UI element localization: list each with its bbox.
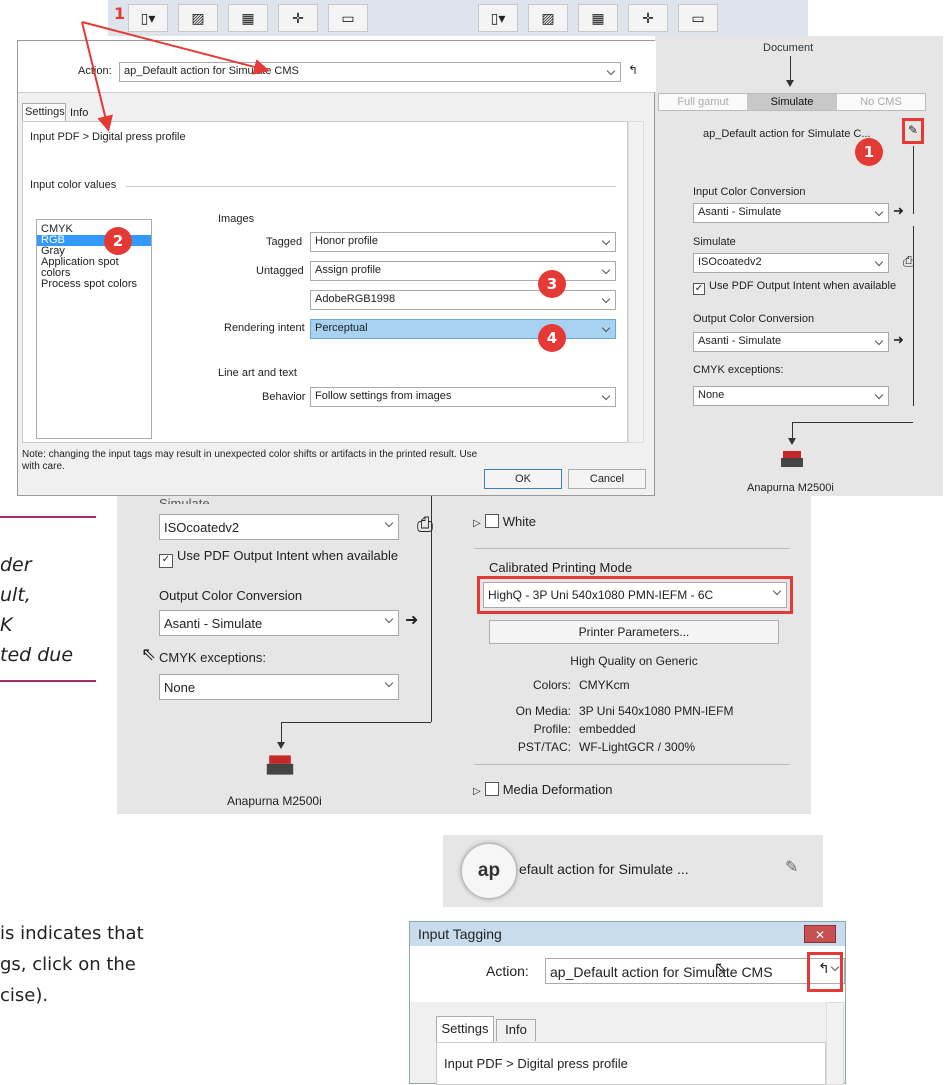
- arrow-circle-icon-2: ➜: [893, 332, 904, 347]
- zoom-panel-left: Simulate ISOcoatedv2 ⎙ ✓ Use PDF Output I…: [117, 496, 467, 814]
- intent-select[interactable]: Perceptual: [310, 319, 616, 339]
- quality-text: High Quality on Generic: [570, 654, 698, 668]
- input-conv-select[interactable]: Asanti - Simulate: [693, 203, 889, 223]
- mode-label: Calibrated Printing Mode: [489, 560, 633, 575]
- side-quote: der ult, K ted due: [0, 550, 73, 670]
- printer-name: Anapurna M2500i: [747, 482, 834, 494]
- use-pdf-checkbox[interactable]: ✓: [159, 554, 173, 568]
- scrollbar[interactable]: [826, 1002, 844, 1085]
- tab-info[interactable]: Info: [496, 1019, 536, 1041]
- pst-key: PST/TAC:: [517, 740, 571, 754]
- group-title: Input color values: [30, 179, 121, 191]
- list-item[interactable]: Application spot colors: [37, 257, 151, 279]
- tagged-select[interactable]: Honor profile: [310, 232, 616, 252]
- untagged-select[interactable]: Assign profile: [310, 261, 616, 281]
- badge-3: 3: [538, 270, 566, 298]
- output-conv-label: Output Color Conversion: [693, 313, 815, 325]
- mouse-cursor-icon: ⇖: [714, 960, 728, 977]
- media-value: 3P Uni 540x1080 PMN-IEFM: [579, 704, 734, 718]
- side-text-line: ult,: [0, 584, 31, 606]
- badge-4: 4: [538, 324, 566, 352]
- body-text: is indicates that gs, click on the cise)…: [0, 918, 144, 1011]
- ap-logo: ap: [461, 843, 517, 899]
- simulate-label: Simulate: [693, 236, 736, 248]
- media-deform-label: Media Deformation: [502, 782, 613, 797]
- use-pdf-row-zoom[interactable]: ✓ Use PDF Output Intent when available: [159, 548, 398, 568]
- body-text-line: is indicates that: [0, 923, 144, 944]
- annotation-arrows: [81, 21, 270, 132]
- images-header: Images: [218, 213, 255, 225]
- use-pdf-label: Use PDF Output Intent when available: [709, 280, 897, 292]
- list-item[interactable]: Process spot colors: [37, 279, 151, 290]
- reset-icon[interactable]: ↰: [818, 960, 830, 977]
- colors-value: CMYKcm: [579, 678, 630, 692]
- side-text-line: der: [0, 554, 32, 576]
- list-item[interactable]: CMYK: [37, 220, 151, 235]
- ap-action-text: efault action for Simulate ...: [519, 861, 689, 877]
- close-button[interactable]: ✕: [804, 925, 836, 943]
- simulate-label-cropped: Simulate: [159, 496, 210, 504]
- intent-label: Rendering intent: [224, 322, 305, 334]
- cmyk-select[interactable]: None: [693, 386, 889, 406]
- media-deform-checkbox[interactable]: [484, 782, 499, 796]
- output-conv-select-zoom[interactable]: Asanti - Simulate: [159, 610, 399, 636]
- simulate-select-zoom[interactable]: ISOcoatedv2: [159, 514, 399, 540]
- action-label: Action:: [486, 963, 529, 979]
- mouse-cursor-icon: ⇖: [141, 644, 157, 664]
- color-list[interactable]: CMYK RGB Gray Application spot colors Pr…: [36, 219, 152, 439]
- behavior-label: Behavior: [262, 391, 306, 403]
- printer-name: Anapurna M2500i: [227, 794, 322, 808]
- line-art-header: Line art and text: [218, 367, 297, 379]
- body-text-line: gs, click on the: [0, 954, 136, 975]
- side-text-line: ted due: [0, 644, 74, 666]
- profile-select[interactable]: AdobeRGB1998: [310, 290, 616, 310]
- body-text-line: cise).: [0, 985, 49, 1006]
- use-pdf-row[interactable]: ✓ Use PDF Output Intent when available: [693, 280, 896, 295]
- printer-icon: [781, 448, 803, 470]
- white-label: White: [502, 514, 536, 529]
- tagged-label: Tagged: [266, 236, 303, 248]
- cmyk-label: CMYK exceptions:: [693, 364, 784, 376]
- cmyk-label: CMYK exceptions:: [159, 650, 266, 665]
- note-text: Note: changing the input tags may result…: [22, 449, 478, 472]
- tab-settings[interactable]: Settings: [436, 1016, 494, 1042]
- use-pdf-label: Use PDF Output Intent when available: [177, 548, 399, 563]
- mode-select[interactable]: HighQ - 3P Uni 540x1080 PMN-IEFM - 6C: [483, 582, 787, 608]
- ap-strip: ap efault action for Simulate ... ✎: [443, 835, 823, 907]
- behavior-select[interactable]: Follow settings from images: [310, 387, 616, 407]
- output-conv-label: Output Color Conversion: [159, 588, 303, 603]
- pencil-icon[interactable]: ✎: [785, 857, 798, 877]
- action-select[interactable]: ap_Default action for Simulate CMS: [545, 958, 845, 984]
- untagged-label: Untagged: [256, 265, 304, 277]
- cancel-button[interactable]: Cancel: [568, 469, 646, 489]
- printer-params-button[interactable]: Printer Parameters...: [489, 620, 779, 644]
- window-title: Input Tagging: [418, 926, 502, 942]
- arrow-circle-icon: ➜: [405, 612, 419, 629]
- badge-2: 2: [104, 227, 132, 255]
- media-deform-row[interactable]: ▷ Media Deformation: [473, 782, 613, 797]
- zoom-panel-right: ▷ White Calibrated Printing Mode HighQ - …: [467, 496, 811, 814]
- cmyk-select-zoom[interactable]: None: [159, 674, 399, 700]
- expand-triangle-icon[interactable]: ▷: [473, 786, 481, 797]
- input-tagging-window: Input Tagging ✕ Action: ap_Default actio…: [409, 921, 846, 1085]
- quote-rule-top: [0, 516, 96, 518]
- arrow-circle-icon: ➜: [893, 203, 904, 218]
- profile-value: embedded: [579, 722, 636, 736]
- ok-button[interactable]: OK: [484, 469, 562, 489]
- white-row[interactable]: ▷ White: [473, 514, 536, 529]
- use-pdf-checkbox[interactable]: ✓: [693, 283, 705, 295]
- pst-value: WF-LightGCR / 300%: [579, 740, 696, 754]
- printer-icon: [266, 752, 294, 778]
- profile-key: Profile:: [533, 722, 571, 736]
- simulate-select[interactable]: ISOcoatedv2: [693, 253, 889, 273]
- colors-key: Colors:: [532, 678, 571, 692]
- quote-rule-bottom: [0, 680, 96, 682]
- breadcrumb: Input PDF > Digital press profile: [444, 1056, 628, 1071]
- media-key: On Media:: [515, 704, 571, 718]
- expand-triangle-icon[interactable]: ▷: [473, 518, 481, 529]
- white-checkbox[interactable]: [484, 514, 499, 528]
- side-text-line: K: [0, 614, 13, 636]
- output-conv-select[interactable]: Asanti - Simulate: [693, 332, 889, 352]
